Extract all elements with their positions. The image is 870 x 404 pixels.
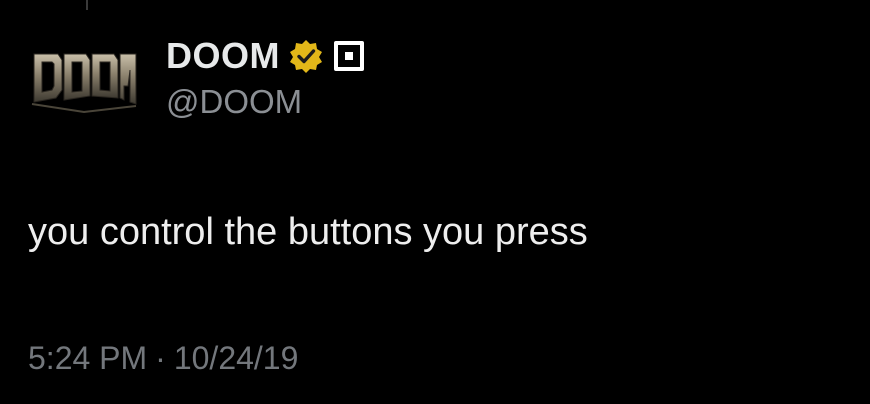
tweet-card[interactable]: DOOM @DOOM you control the buttons you p… — [0, 0, 870, 404]
tweet-time[interactable]: 5:24 PM — [28, 336, 147, 380]
tweet-date[interactable]: 10/24/19 — [174, 336, 299, 380]
tweet-text: you control the buttons you press — [28, 211, 588, 253]
avatar[interactable] — [28, 40, 140, 120]
verified-badge-icon[interactable] — [288, 38, 324, 74]
affiliate-square-icon[interactable] — [332, 39, 366, 73]
tweet-timestamp[interactable]: 5:24 PM · 10/24/19 — [28, 336, 298, 380]
meta-separator: · — [155, 340, 166, 376]
author-handle[interactable]: @DOOM — [166, 82, 302, 122]
doom-logo-icon — [31, 53, 137, 114]
author-name-row[interactable]: DOOM — [166, 34, 366, 78]
display-name[interactable]: DOOM — [166, 34, 280, 78]
